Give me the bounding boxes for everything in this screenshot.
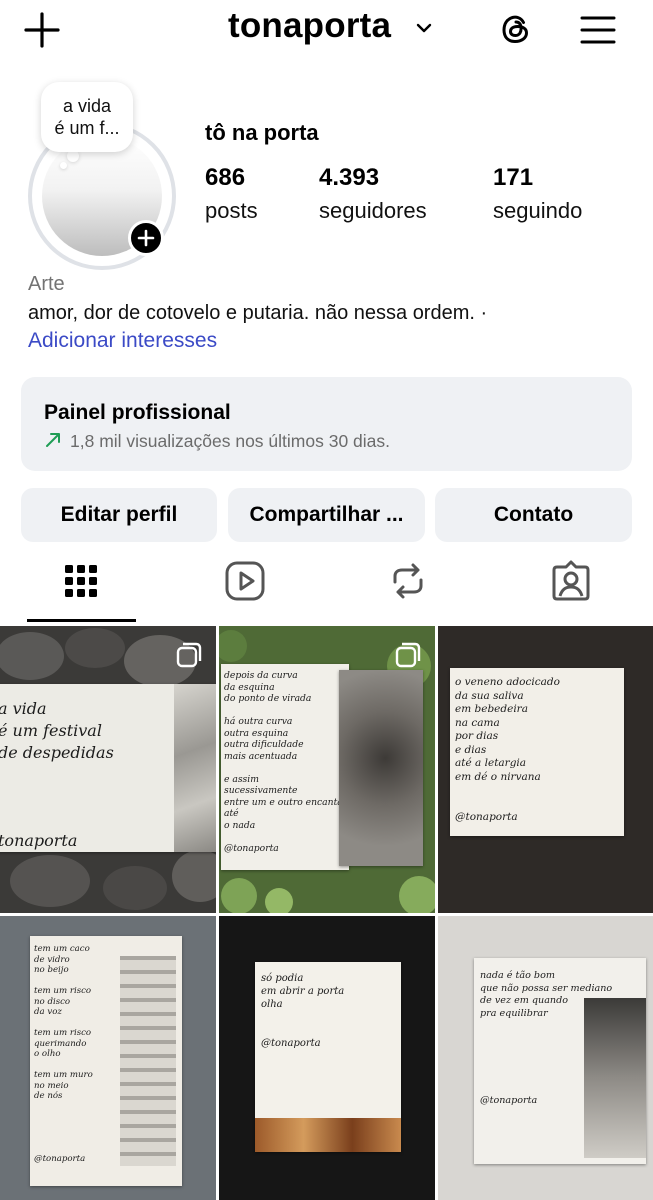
active-tab-indicator [27, 619, 136, 622]
stat-label: seguindo [493, 198, 583, 223]
display-name: tô na porta [205, 120, 319, 145]
note-text: a vida é um f... [54, 96, 120, 138]
post-text: o veneno adocicado da sua saliva em bebe… [455, 676, 560, 823]
edit-profile-button[interactable]: Editar perfil [21, 488, 217, 542]
post-text: tem um caco de vidro no beijo tem um ris… [34, 944, 93, 1164]
photo-collage [255, 1118, 401, 1152]
plus-icon [137, 229, 155, 247]
post-thumbnail[interactable]: a vida é um festival de despedidas tonap… [0, 626, 216, 913]
stat-value: 686 [205, 164, 246, 191]
profile-category: Arte [28, 273, 65, 295]
username-title[interactable]: tonaporta [228, 6, 391, 46]
carousel-icon [395, 642, 421, 668]
grid-icon[interactable] [58, 558, 104, 604]
stat-label: posts [205, 198, 258, 223]
add-interests-link[interactable]: Adicionar interesses [28, 329, 217, 353]
post-thumbnail[interactable]: nada é tão bom que não possa ser mediano… [438, 916, 653, 1200]
reposts-icon[interactable] [385, 558, 431, 604]
post-thumbnail[interactable]: tem um caco de vidro no beijo tem um ris… [0, 916, 216, 1200]
share-profile-button[interactable]: Compartilhar ... [228, 488, 425, 542]
contact-button[interactable]: Contato [435, 488, 632, 542]
photo-collage [339, 670, 423, 866]
paper-note: depois da curva da esquina do ponto de v… [221, 664, 372, 870]
dashboard-views-text: 1,8 mil visualizações nos últimos 30 dia… [70, 431, 391, 451]
tagged-icon[interactable] [548, 558, 594, 604]
stat-posts[interactable]: 686 posts [205, 164, 258, 224]
carousel-icon [176, 642, 202, 668]
note-bubble-tail-small [60, 162, 67, 169]
photo-collage [174, 684, 216, 852]
post-thumbnail[interactable]: só podia em abrir a porta olha @tonaport… [219, 916, 435, 1200]
hamburger-menu-icon[interactable] [578, 10, 618, 50]
add-story-button[interactable] [128, 220, 164, 256]
reels-icon[interactable] [222, 558, 268, 604]
profile-bio: amor, dor de cotovelo e putaria. não nes… [28, 302, 488, 324]
chevron-down-icon[interactable] [414, 18, 434, 38]
stat-followers[interactable]: 4.393 seguidores [319, 164, 427, 224]
stat-label: seguidores [319, 198, 427, 223]
paper-note: a vida é um festival de despedidas tonap… [0, 684, 216, 852]
trend-up-arrow-icon [46, 433, 60, 447]
paper-note: só podia em abrir a porta olha @tonaport… [255, 962, 401, 1152]
profile-note[interactable]: a vida é um f... [41, 82, 133, 152]
post-thumbnail[interactable]: depois da curva da esquina do ponto de v… [219, 626, 435, 913]
threads-icon[interactable] [495, 8, 537, 50]
top-bar: tonaporta [0, 0, 653, 62]
post-text: só podia em abrir a porta olha @tonaport… [261, 973, 345, 1049]
stat-following[interactable]: 171 seguindo [493, 164, 582, 224]
stat-value: 4.393 [319, 164, 380, 191]
posts-grid: a vida é um festival de despedidas tonap… [0, 626, 653, 1200]
dashboard-subtitle: 1,8 mil visualizações nos últimos 30 dia… [44, 431, 390, 452]
paper-note: tem um caco de vidro no beijo tem um ris… [30, 936, 182, 1186]
professional-dashboard[interactable]: Painel profissional 1,8 mil visualizaçõe… [21, 377, 632, 471]
paper-note: o veneno adocicado da sua saliva em bebe… [450, 668, 624, 836]
paper-note: nada é tão bom que não possa ser mediano… [474, 958, 646, 1164]
plus-icon[interactable] [22, 10, 62, 50]
dashboard-title: Painel profissional [44, 401, 231, 424]
stat-value: 171 [493, 164, 534, 191]
post-thumbnail[interactable]: o veneno adocicado da sua saliva em bebe… [438, 626, 653, 913]
photo-collage [120, 956, 176, 1166]
post-text: nada é tão bom que não possa ser mediano… [480, 970, 613, 1106]
post-text: a vida é um festival de despedidas tonap… [0, 699, 114, 850]
